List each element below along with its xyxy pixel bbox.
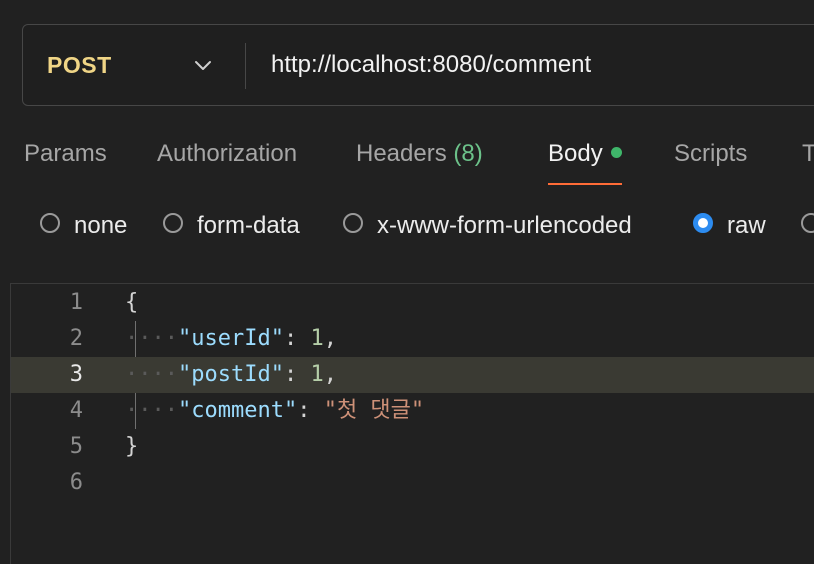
radio-form-data-label: form-data [197, 212, 300, 239]
line-number: 6 [69, 470, 83, 495]
radio-truncated-circle[interactable] [801, 213, 814, 233]
code-line-5: 5 } [11, 429, 814, 465]
radio-raw-label: raw [727, 212, 766, 239]
radio-none-circle[interactable] [40, 213, 60, 233]
line-number: 5 [69, 434, 83, 459]
radio-none-label: none [74, 212, 128, 239]
headers-count-badge: (8) [453, 140, 483, 167]
json-value: 1 [310, 362, 324, 387]
request-tabs: Params Authorization Headers (8) Body Sc… [0, 128, 814, 188]
json-value: 1 [310, 326, 324, 351]
code-line-6: 6 [11, 465, 814, 501]
tab-authorization-label: Authorization [157, 140, 298, 167]
code-text: ····"postId": 1, [125, 362, 337, 387]
code-line-3: 3 ····"postId": 1, [11, 357, 814, 393]
code-text: ····"comment": "첫 댓글" [125, 398, 425, 423]
json-key: "postId" [177, 362, 284, 387]
radio-raw-circle[interactable] [693, 213, 713, 233]
url-divider [245, 43, 246, 89]
request-url-bar: POST [22, 24, 814, 106]
json-key: "comment" [177, 398, 298, 423]
tab-body-label: Body [548, 140, 603, 167]
tab-params[interactable]: Params [24, 128, 107, 180]
code-text: { [125, 285, 138, 321]
radio-form-data-circle[interactable] [163, 213, 183, 233]
chevron-down-icon[interactable] [193, 55, 213, 75]
close-brace: } [125, 434, 139, 459]
active-tab-underline [548, 183, 622, 185]
json-key: "userId" [177, 326, 284, 351]
tab-truncated[interactable]: T [802, 128, 814, 180]
code-line-4: 4 ····"comment": "첫 댓글" [11, 393, 814, 429]
code-text: } [125, 429, 138, 465]
tab-headers-label: Headers [356, 140, 447, 167]
code-line-2: 2 ····"userId": 1, [11, 321, 814, 357]
line-number: 4 [69, 398, 83, 423]
tab-params-label: Params [24, 140, 107, 167]
http-method-selector[interactable]: POST [47, 25, 112, 105]
line-number: 3 [69, 362, 83, 387]
tab-scripts[interactable]: Scripts [674, 128, 747, 180]
tab-truncated-label: T [802, 140, 814, 167]
tab-authorization[interactable]: Authorization [157, 128, 297, 180]
line-number: 2 [69, 326, 83, 351]
tab-scripts-label: Scripts [674, 140, 748, 167]
line-number: 1 [69, 290, 83, 315]
json-value: "첫 댓글" [323, 398, 425, 423]
code-text: ····"userId": 1, [125, 326, 337, 351]
body-code-editor[interactable]: 1 { 2 ····"userId": 1, 3 ····"postId": 1… [10, 283, 814, 564]
body-indicator-dot [610, 147, 622, 158]
radio-x-www-form-urlencoded-label: x-www-form-urlencoded [377, 212, 632, 239]
tab-body[interactable]: Body [548, 128, 622, 185]
open-brace: { [125, 290, 139, 315]
tab-headers[interactable]: Headers (8) [356, 128, 483, 180]
url-input[interactable] [271, 25, 814, 105]
radio-x-www-form-urlencoded-circle[interactable] [343, 213, 363, 233]
body-type-radio-group: none form-data x-www-form-urlencoded raw [0, 204, 814, 248]
code-line-1: 1 { [11, 285, 814, 321]
